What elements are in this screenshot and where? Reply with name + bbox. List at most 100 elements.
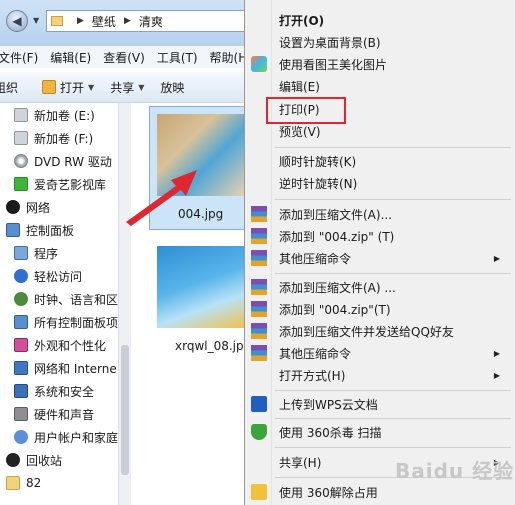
menu-label: 上传到WPS云文档 (279, 397, 378, 412)
nav-item-network[interactable]: 网络 (6, 196, 50, 218)
menu-item-add-to-004-zip[interactable]: 添加到 "004.zip" (T) (245, 225, 515, 247)
menu-item-add-to-004-zip-2[interactable]: 添加到 "004.zip"(T) (245, 298, 515, 320)
menu-item-other-compress-commands[interactable]: 其他压缩命令 ▶ (245, 247, 515, 269)
menu-label: 使用 360杀毒 扫描 (279, 425, 382, 440)
menu-separator (275, 199, 511, 200)
organize-button[interactable]: 组织 (0, 79, 18, 96)
nav-label: 时钟、语言和区 (34, 292, 119, 307)
users-icon (14, 430, 28, 444)
winrar-icon (251, 345, 267, 361)
menu-separator (275, 390, 511, 391)
menu-label: 打开方式(H) (279, 368, 346, 383)
nav-item-iqiyi[interactable]: 爱奇艺影视库 (14, 173, 106, 195)
menu-item-add-to-archive[interactable]: 添加到压缩文件(A)... (245, 203, 515, 225)
slideshow-label: 放映 (160, 80, 185, 95)
menu-item-edit[interactable]: 编辑(E) (245, 75, 515, 97)
nav-item-network-internet[interactable]: 网络和 Interne (14, 357, 117, 379)
dvd-icon (14, 154, 28, 168)
nav-scrollbar-thumb[interactable] (121, 345, 129, 475)
history-dropdown-icon[interactable]: ▼ (33, 16, 39, 25)
nav-item-clock-language[interactable]: 时钟、语言和区 (14, 288, 118, 310)
breadcrumb-fresh[interactable]: 清爽 (139, 13, 163, 30)
nav-label: 新加卷 (E:) (34, 108, 95, 123)
wps-cloud-icon (251, 396, 267, 412)
nav-item-hardware-sound[interactable]: 硬件和声音 (14, 403, 94, 425)
back-button[interactable]: ◀ (6, 10, 28, 32)
nav-label: 硬件和声音 (34, 407, 95, 422)
nav-item-folder-82[interactable]: 82 (6, 472, 41, 494)
file-name[interactable]: xrqwl_08.jpg (175, 339, 251, 353)
context-menu: 打开(O) 设置为桌面背景(B) 使用看图王美化图片 编辑(E) 打印(P) 预… (244, 0, 515, 505)
winrar-icon (251, 206, 267, 222)
slideshow-button[interactable]: 放映 (160, 79, 184, 96)
menu-item-compress-send-qq[interactable]: 添加到压缩文件并发送给QQ好友 (245, 320, 515, 342)
menu-item-open-with[interactable]: 打开方式(H) ▶ (245, 364, 515, 386)
nav-label: 外观和个性化 (34, 338, 107, 353)
nav-item-programs[interactable]: 程序 (14, 242, 58, 264)
nav-item-all-control-panel[interactable]: 所有控制面板项 (14, 311, 118, 333)
menu-label: 使用 360解除占用 (279, 485, 378, 500)
iqiyi-icon (14, 177, 28, 191)
nav-item-drive-e[interactable]: 新加卷 (E:) (14, 104, 95, 126)
menu-item-360-unlock[interactable]: 使用 360解除占用 (245, 481, 515, 503)
nav-label: 所有控制面板项 (34, 315, 119, 330)
menu-label: 其他压缩命令 (279, 251, 352, 266)
nav-item-dvd[interactable]: DVD RW 驱动 (14, 150, 112, 172)
nav-label: 回收站 (26, 453, 63, 468)
menu-item-upload-wps[interactable]: 上传到WPS云文档 (245, 393, 515, 415)
menu-view[interactable]: 查看(V) (97, 49, 151, 66)
open-icon (42, 80, 57, 94)
menu-item-add-to-archive-2[interactable]: 添加到压缩文件(A) ... (245, 276, 515, 298)
winrar-icon (251, 301, 267, 317)
submenu-arrow-icon: ▶ (493, 348, 500, 358)
nav-item-control-panel[interactable]: 控制面板 (6, 219, 74, 241)
menu-label: 共享(H) (279, 455, 322, 470)
navigation-pane: 新加卷 (E:) 新加卷 (F:) DVD RW 驱动 爱奇艺影视库 网络 控制… (0, 103, 118, 505)
nav-label: 爱奇艺影视库 (34, 177, 107, 192)
nav-item-recycle-bin[interactable]: 回收站 (6, 449, 62, 471)
winrar-icon (251, 323, 267, 339)
menu-file[interactable]: 文件(F) (0, 49, 44, 66)
nav-item-accessibility[interactable]: 轻松访问 (14, 265, 82, 287)
red-arrow-annotation (126, 170, 197, 226)
menu-item-set-desktop-background[interactable]: 设置为桌面背景(B) (245, 31, 515, 53)
menu-tools[interactable]: 工具(T) (151, 49, 204, 66)
nav-label: 用户帐户和家庭 (34, 430, 119, 445)
menu-separator (275, 147, 511, 148)
breadcrumb-separator-icon: ▶ (123, 16, 131, 26)
programs-icon (14, 246, 28, 260)
menu-item-360-scan[interactable]: 使用 360杀毒 扫描 (245, 421, 515, 443)
breadcrumb-wallpaper[interactable]: 壁纸 (92, 13, 116, 30)
menubar: 文件(F) 编辑(E) 查看(V) 工具(T) 帮助(H) (0, 46, 252, 68)
address-bar[interactable]: ▶ 壁纸 ▶ 清爽 (46, 10, 251, 32)
nav-item-user-accounts[interactable]: 用户帐户和家庭 (14, 426, 118, 448)
nav-item-system-security[interactable]: 系统和安全 (14, 380, 94, 402)
menu-label: 添加到压缩文件(A)... (279, 207, 393, 222)
menu-label: 编辑(E) (279, 79, 320, 94)
share-button[interactable]: 共享 ▼ (110, 79, 144, 96)
menu-item-open[interactable]: 打开(O) (245, 9, 515, 31)
menu-item-beautify-image[interactable]: 使用看图王美化图片 (245, 53, 515, 75)
winrar-icon (251, 279, 267, 295)
menu-label: 添加到压缩文件(A) ... (279, 280, 396, 295)
menu-label: 逆时针旋转(N) (279, 176, 358, 191)
thumbnail-xrqwl-08[interactable] (157, 246, 245, 328)
drive-icon (14, 131, 28, 145)
menu-item-rotate-counterclockwise[interactable]: 逆时针旋转(N) (245, 172, 515, 194)
submenu-arrow-icon: ▶ (493, 253, 500, 263)
control-panel-icon (6, 223, 20, 237)
chevron-down-icon: ▼ (138, 82, 145, 92)
menu-item-rotate-clockwise[interactable]: 顺时针旋转(K) (245, 150, 515, 172)
hardware-icon (14, 407, 28, 421)
winrar-icon (251, 228, 267, 244)
menu-edit[interactable]: 编辑(E) (44, 49, 97, 66)
share-label: 共享 (110, 80, 135, 95)
open-button[interactable]: 打开 ▼ (42, 79, 94, 96)
nav-item-drive-f[interactable]: 新加卷 (F:) (14, 127, 93, 149)
recycle-bin-icon (6, 453, 20, 467)
menu-separator (275, 273, 511, 274)
winrar-icon (251, 250, 267, 266)
menu-item-other-compress-commands-2[interactable]: 其他压缩命令 ▶ (245, 342, 515, 364)
submenu-arrow-icon: ▶ (493, 370, 500, 380)
nav-item-appearance[interactable]: 外观和个性化 (14, 334, 106, 356)
